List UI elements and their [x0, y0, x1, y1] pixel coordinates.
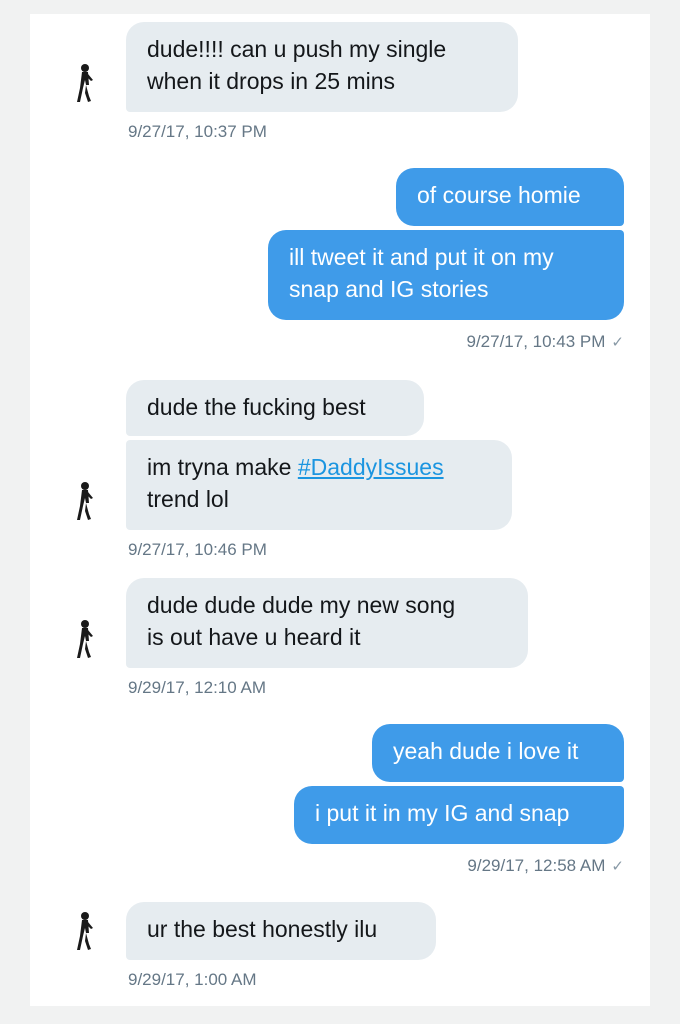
message-text: i put it in my IG and snap: [315, 800, 570, 826]
message-timestamp: 9/29/17, 1:00 AM: [128, 970, 257, 989]
sent-message[interactable]: yeah dude i love it: [372, 724, 624, 782]
received-message[interactable]: ur the best honestly ilu: [126, 902, 436, 960]
hashtag-link[interactable]: #DaddyIssues: [298, 454, 444, 480]
message-text: ur the best honestly ilu: [147, 916, 378, 942]
message-timestamp: 9/27/17, 10:37 PM: [128, 122, 267, 141]
contact-avatar[interactable]: [58, 476, 110, 528]
message-text: dude dude dude my new song is out have u…: [147, 592, 456, 650]
conversation-view: dude!!!! can u push my single when it dr…: [30, 14, 650, 1006]
person-figure-icon: [77, 64, 93, 102]
checkmark-icon: ✓: [611, 858, 624, 875]
message-text: ill tweet it and put it on my snap and I…: [289, 244, 554, 302]
person-figure-icon: [77, 912, 93, 950]
received-message[interactable]: im tryna make #DaddyIssues trend lol: [126, 440, 512, 530]
checkmark-icon: ✓: [611, 334, 624, 351]
contact-avatar[interactable]: [58, 614, 110, 666]
message-text: of course homie: [417, 182, 581, 208]
message-timestamp: 9/29/17, 12:58 AM: [467, 856, 606, 875]
message-text-suffix: trend lol: [147, 486, 229, 512]
message-text: yeah dude i love it: [393, 738, 579, 764]
message-timestamp: 9/27/17, 10:46 PM: [128, 540, 267, 559]
message-timestamp-row: 9/29/17, 12:58 AM ✓: [467, 856, 624, 876]
sent-message[interactable]: i put it in my IG and snap: [294, 786, 624, 844]
contact-avatar[interactable]: [58, 58, 110, 110]
message-text: dude!!!! can u push my single when it dr…: [147, 36, 447, 94]
message-timestamp-row: 9/27/17, 10:43 PM ✓: [466, 332, 624, 352]
message-timestamp: 9/29/17, 12:10 AM: [128, 678, 266, 697]
received-message[interactable]: dude dude dude my new song is out have u…: [126, 578, 528, 668]
received-message[interactable]: dude the fucking best: [126, 380, 424, 436]
message-text-prefix: im tryna make: [147, 454, 298, 480]
message-timestamp: 9/27/17, 10:43 PM: [466, 332, 606, 351]
message-text: dude the fucking best: [147, 394, 366, 420]
received-message[interactable]: dude!!!! can u push my single when it dr…: [126, 22, 518, 112]
person-figure-icon: [77, 620, 93, 658]
sent-message[interactable]: ill tweet it and put it on my snap and I…: [268, 230, 624, 320]
contact-avatar[interactable]: [58, 906, 110, 958]
sent-message[interactable]: of course homie: [396, 168, 624, 226]
person-figure-icon: [77, 482, 93, 520]
